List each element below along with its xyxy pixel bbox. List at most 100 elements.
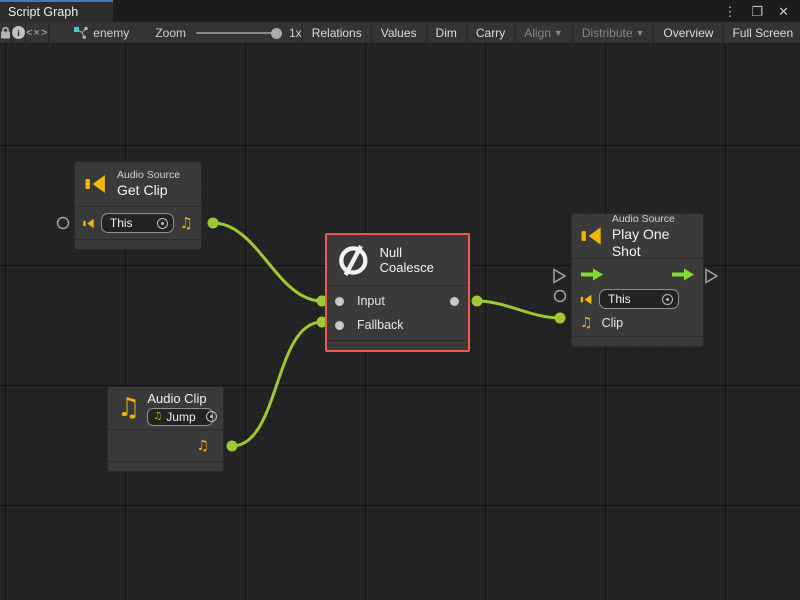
values-label: Values <box>381 26 417 40</box>
play-this-row: This <box>572 287 703 311</box>
code-toggle-button[interactable]: <×> <box>26 22 48 43</box>
carry-label: Carry <box>476 26 505 40</box>
overview-button[interactable]: Overview <box>654 22 722 43</box>
port-getclip-output[interactable] <box>208 218 219 229</box>
zoom-value: 1x <box>289 26 302 40</box>
audio-source-icon <box>84 174 108 194</box>
get-clip-header: Audio Source Get Clip <box>75 162 201 207</box>
this-field-value: This <box>608 292 662 306</box>
node-category: Audio Source <box>117 169 180 182</box>
toolbar-separator <box>48 22 49 43</box>
port-playoneshot-this-input[interactable] <box>555 291 566 302</box>
node-get-clip[interactable]: Audio Source Get Clip This ♫ <box>74 161 202 250</box>
audio-clip-object-field[interactable]: ♫ Jump <box>147 408 213 426</box>
node-play-one-shot[interactable]: Audio Source Play One Shot <box>571 213 704 347</box>
node-null-coalesce[interactable]: Null Coalesce Input Fallback <box>325 233 470 352</box>
port-audioclip-output[interactable] <box>227 441 238 452</box>
zoom-slider[interactable] <box>196 27 282 39</box>
audio-clip-header: ♫ Audio Clip ♫ Jump <box>108 387 223 430</box>
node-audio-clip[interactable]: ♫ Audio Clip ♫ Jump ♫ <box>107 386 224 472</box>
script-graph-window: Script Graph ⋮ ❐ ✕ i <×> <box>0 0 800 600</box>
audio-clip-footer <box>108 461 223 471</box>
get-clip-body-row: This ♫ <box>75 207 201 239</box>
toolbar-button-group: Relations Values Dim Carry Align ▼ Distr… <box>302 22 800 43</box>
clip-port-label: Clip <box>602 316 624 330</box>
port-flow-out-triangle[interactable] <box>706 270 717 283</box>
info-icon: i <box>12 26 25 39</box>
audio-source-icon <box>581 226 603 246</box>
music-note-icon: ♫ <box>180 216 193 231</box>
get-clip-footer <box>75 239 201 249</box>
wire-nullcoalesce-to-clip[interactable] <box>477 301 560 318</box>
dim-button[interactable]: Dim <box>427 22 466 43</box>
graph-toolbar: i <×> enemy Zoom 1x <box>0 22 800 44</box>
play-clip-row: ♫ Clip <box>572 311 703 334</box>
values-button[interactable]: Values <box>372 22 426 43</box>
relations-label: Relations <box>312 26 362 40</box>
menu-icon[interactable]: ⋮ <box>723 5 736 18</box>
lock-icon <box>0 26 11 39</box>
distribute-label: Distribute <box>582 26 633 40</box>
play-one-shot-header: Audio Source Play One Shot <box>572 214 703 259</box>
audio-clip-body-row: ♫ <box>108 430 223 461</box>
audio-clip-field-value: Jump <box>166 410 195 424</box>
input-port-row: Input <box>327 289 468 313</box>
align-button[interactable]: Align ▼ <box>515 22 572 43</box>
this-field-value: This <box>110 216 157 230</box>
graph-name: enemy <box>93 26 129 40</box>
close-icon[interactable]: ✕ <box>778 5 789 18</box>
music-note-icon: ♫ <box>153 412 162 422</box>
full-screen-button[interactable]: Full Screen <box>723 22 800 43</box>
tab-strip: Script Graph ⋮ ❐ ✕ <box>0 0 800 22</box>
null-coalesce-header: Null Coalesce <box>327 235 468 286</box>
port-getclip-this-input[interactable] <box>58 218 69 229</box>
zoom-label: Zoom <box>155 26 186 40</box>
audio-source-mini-icon <box>83 218 95 229</box>
object-picker-icon[interactable] <box>206 411 217 422</box>
input-port-label: Input <box>357 294 385 308</box>
wire-getclip-to-input[interactable] <box>213 223 322 301</box>
fallback-port-dot[interactable] <box>335 321 344 330</box>
flow-in-arrow-icon[interactable] <box>580 268 604 281</box>
dim-label: Dim <box>436 26 457 40</box>
port-nullcoalesce-output[interactable] <box>472 296 483 307</box>
output-port-dot[interactable] <box>450 297 459 306</box>
lock-button[interactable] <box>0 22 11 43</box>
port-clip-connected[interactable] <box>555 313 566 324</box>
audio-clip-icon: ♫ <box>117 395 140 421</box>
input-port-dot[interactable] <box>335 297 344 306</box>
code-cross-icon: <×> <box>26 27 48 39</box>
node-category: Audio Source <box>612 213 694 226</box>
node-title: Null Coalesce <box>380 245 459 275</box>
music-note-icon: ♫ <box>196 439 209 453</box>
align-label: Align <box>524 26 551 40</box>
this-object-field[interactable]: This <box>599 289 679 309</box>
tab-title: Script Graph <box>8 5 78 19</box>
wire-audioclip-to-fallback[interactable] <box>232 322 322 446</box>
relations-button[interactable]: Relations <box>303 22 371 43</box>
full-screen-label: Full Screen <box>732 26 793 40</box>
chevron-down-icon: ▼ <box>554 28 563 38</box>
this-object-field[interactable]: This <box>101 213 174 233</box>
maximize-icon[interactable]: ❐ <box>751 5 763 18</box>
audio-source-mini-icon <box>580 294 593 305</box>
graph-breadcrumb[interactable]: enemy <box>73 26 129 40</box>
graph-canvas[interactable]: Audio Source Get Clip This ♫ <box>0 44 800 600</box>
fallback-port-label: Fallback <box>357 318 404 332</box>
object-picker-icon[interactable] <box>157 218 168 229</box>
tab-script-graph[interactable]: Script Graph <box>0 0 113 22</box>
window-controls: ⋮ ❐ ✕ <box>723 0 800 22</box>
zoom-slider-handle[interactable] <box>271 28 282 39</box>
carry-button[interactable]: Carry <box>467 22 514 43</box>
play-one-shot-footer <box>572 336 703 346</box>
object-picker-icon[interactable] <box>662 294 673 305</box>
music-note-icon: ♫ <box>580 316 593 330</box>
port-flow-in-triangle[interactable] <box>554 270 565 283</box>
chevron-down-icon: ▼ <box>636 28 645 38</box>
overview-label: Overview <box>663 26 713 40</box>
flow-out-arrow-icon[interactable] <box>671 268 695 281</box>
node-title: Get Clip <box>117 182 180 199</box>
distribute-button[interactable]: Distribute ▼ <box>573 22 654 43</box>
info-button[interactable]: i <box>12 22 25 43</box>
node-title: Audio Clip <box>147 391 213 406</box>
